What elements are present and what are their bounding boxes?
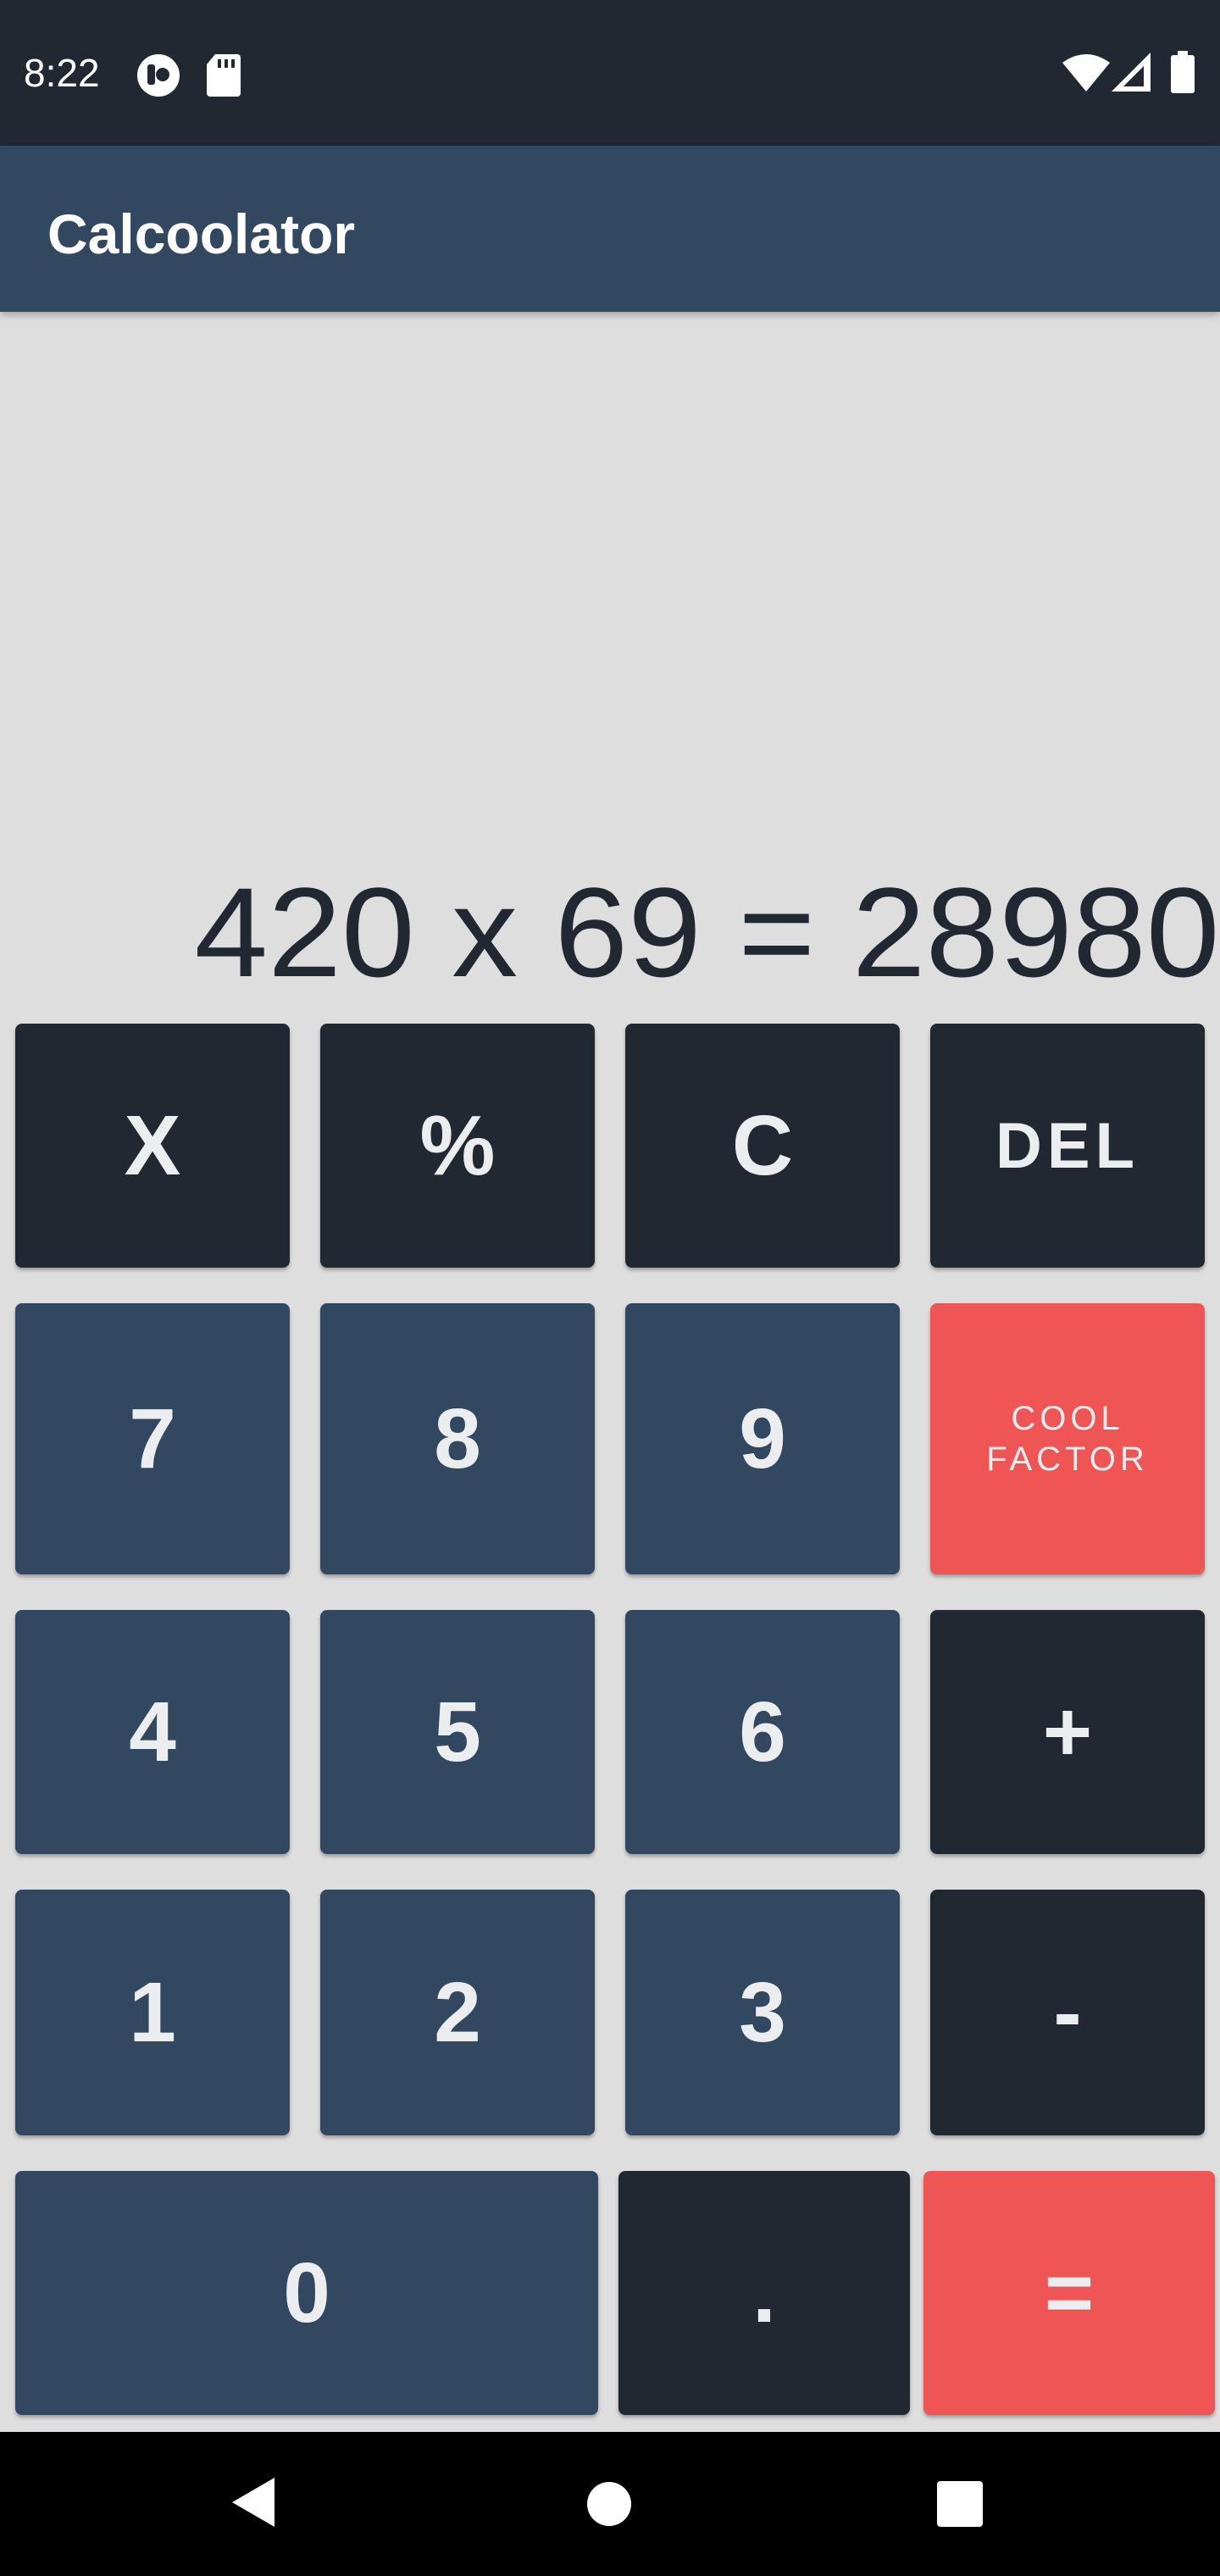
equals-button[interactable]: = (923, 2171, 1215, 2415)
recents-icon[interactable] (937, 2481, 983, 2527)
percent-button[interactable]: % (320, 1024, 595, 1268)
status-bar: 8:22 (0, 0, 1220, 146)
digit-7-button[interactable]: 7 (15, 1303, 290, 1574)
clear-button[interactable]: C (625, 1024, 900, 1268)
digit-4-button[interactable]: 4 (15, 1610, 290, 1854)
plus-button[interactable]: + (930, 1610, 1205, 1854)
multiply-button[interactable]: X (15, 1024, 290, 1268)
battery-icon (1171, 51, 1195, 93)
digit-3-button[interactable]: 3 (625, 1890, 900, 2135)
decimal-button[interactable]: . (618, 2171, 910, 2415)
home-icon[interactable] (586, 2481, 632, 2527)
calculation-display: 420 x 69 = 28980 (194, 861, 1220, 1003)
sd-card-icon (207, 54, 241, 97)
digit-1-button[interactable]: 1 (15, 1890, 290, 2135)
app-notification-icon (137, 54, 180, 97)
back-icon[interactable] (229, 2476, 276, 2529)
wifi-icon (1062, 54, 1110, 92)
cellular-signal-icon (1112, 53, 1151, 92)
digit-2-button[interactable]: 2 (320, 1890, 595, 2135)
app-bar: Calcoolator (0, 146, 1220, 312)
cool-factor-label: COOL FACTOR (986, 1400, 1149, 1478)
cool-factor-button[interactable]: COOL FACTOR (930, 1303, 1205, 1574)
navigation-bar (0, 2432, 1220, 2576)
digit-6-button[interactable]: 6 (625, 1610, 900, 1854)
status-time: 8:22 (24, 51, 100, 95)
digit-9-button[interactable]: 9 (625, 1303, 900, 1574)
delete-button[interactable]: DEL (930, 1024, 1205, 1268)
app-title: Calcoolator (47, 203, 356, 265)
digit-5-button[interactable]: 5 (320, 1610, 595, 1854)
digit-0-button[interactable]: 0 (15, 2171, 598, 2415)
digit-8-button[interactable]: 8 (320, 1303, 595, 1574)
minus-button[interactable]: - (930, 1890, 1205, 2135)
